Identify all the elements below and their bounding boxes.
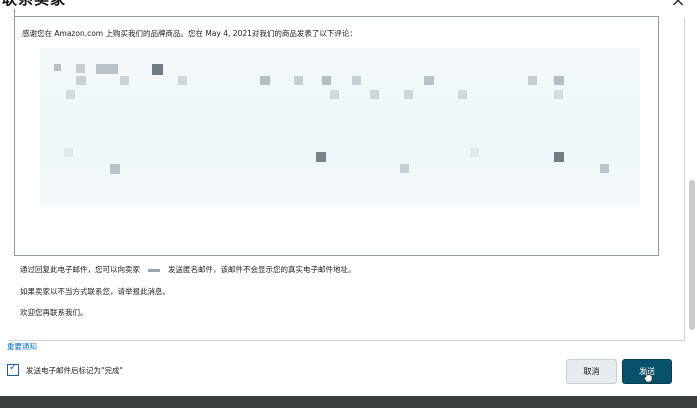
mark-complete-label: 发送电子邮件后标记为"完成" bbox=[26, 366, 123, 375]
blur-pixel bbox=[528, 76, 537, 85]
blur-pixel bbox=[294, 76, 303, 85]
cancel-button[interactable]: 取消 bbox=[566, 359, 617, 384]
blur-pixel bbox=[554, 152, 564, 162]
dialog-title: 联系卖家 bbox=[2, 0, 66, 10]
blur-pixel bbox=[554, 90, 563, 99]
info-line-3: 欢迎您再联系我们。 bbox=[20, 308, 88, 317]
blur-pixel bbox=[400, 164, 409, 173]
blur-pixel bbox=[600, 164, 609, 173]
hand-cursor-icon bbox=[644, 370, 652, 382]
blur-pixel bbox=[54, 64, 61, 71]
important-notice-link[interactable]: 重要通知 bbox=[7, 341, 37, 352]
mark-complete-checkbox[interactable]: ✓ bbox=[7, 362, 19, 376]
info-line-1-before: 通过回复此电子邮件，您可以向卖家 bbox=[20, 265, 140, 274]
blur-pixel bbox=[178, 76, 187, 85]
blur-pixel bbox=[424, 76, 434, 85]
blur-pixel bbox=[554, 76, 564, 85]
redacted-name bbox=[148, 268, 160, 272]
blur-pixel bbox=[66, 90, 75, 99]
blur-pixel bbox=[352, 76, 361, 85]
info-line-1-after: 发送匿名邮件，该邮件不会显示您的真实电子邮件地址。 bbox=[168, 265, 356, 274]
close-icon[interactable]: × bbox=[669, 0, 687, 10]
blur-pixel bbox=[322, 76, 331, 85]
blur-pixel bbox=[110, 164, 120, 174]
footer-bar bbox=[0, 396, 697, 408]
blur-pixel bbox=[76, 64, 85, 73]
blur-pixel bbox=[120, 76, 129, 85]
blur-pixel bbox=[316, 152, 326, 162]
blur-pixel bbox=[404, 90, 413, 99]
blur-pixel bbox=[96, 64, 118, 74]
scrollbar-thumb[interactable] bbox=[689, 180, 695, 330]
info-line-2: 如果卖家以不当方式联系您，请举报此消息。 bbox=[20, 287, 170, 296]
info-line-1: 通过回复此电子邮件，您可以向卖家 发送匿名邮件，该邮件不会显示您的真实电子邮件地址… bbox=[20, 264, 356, 275]
blur-pixel bbox=[330, 90, 339, 99]
review-blurred-content bbox=[40, 48, 640, 208]
blur-pixel bbox=[260, 76, 270, 85]
blur-pixel bbox=[470, 148, 479, 157]
blur-pixel bbox=[64, 148, 73, 157]
blur-pixel bbox=[370, 90, 379, 99]
message-intro: 感谢您在 Amazon.com 上购买我们的品牌商品。您在 May 4, 202… bbox=[22, 29, 357, 38]
divider bbox=[14, 9, 15, 17]
blur-pixel bbox=[76, 76, 86, 85]
blur-pixel bbox=[458, 90, 467, 99]
blur-pixel bbox=[152, 64, 163, 75]
check-icon: ✓ bbox=[9, 362, 18, 373]
